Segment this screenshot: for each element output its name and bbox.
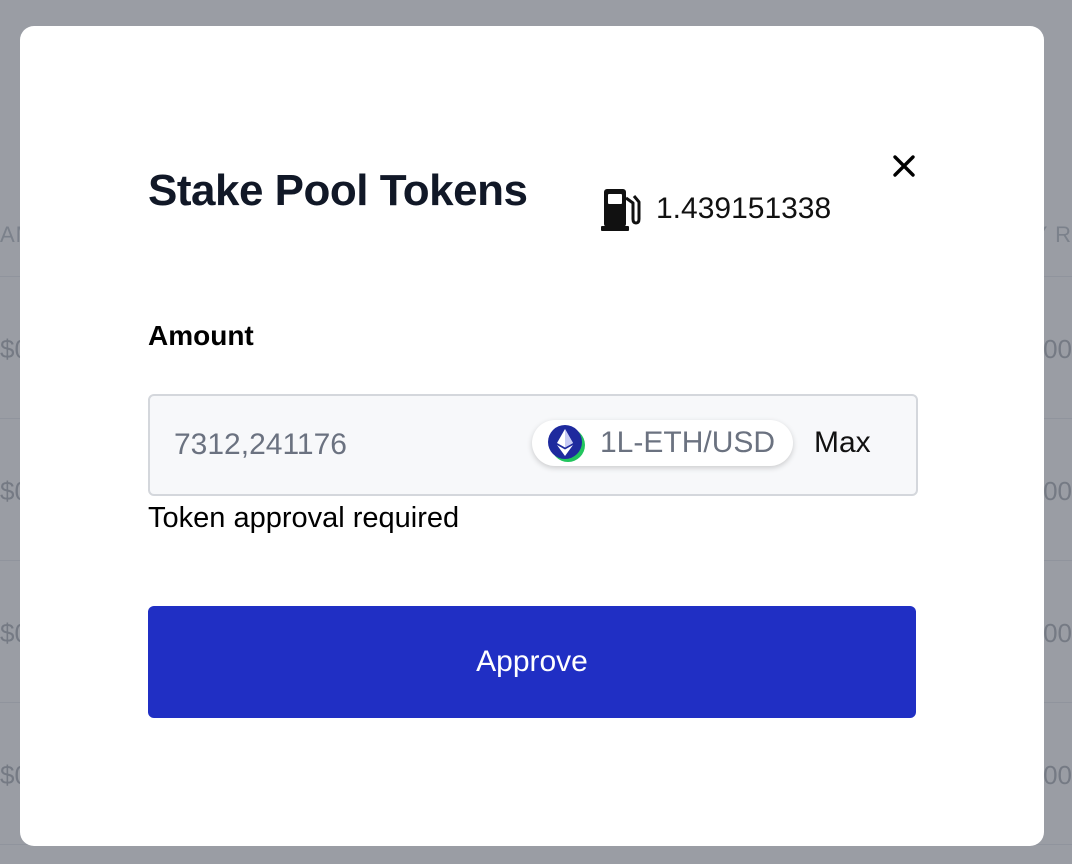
approval-message: Token approval required bbox=[148, 502, 460, 534]
max-button[interactable]: Max bbox=[814, 426, 871, 460]
stake-modal: Stake Pool Tokens 1.439151338 Amount 1L-… bbox=[20, 26, 1044, 846]
gas-pump-icon bbox=[601, 189, 641, 231]
gas-price-value: 1.439151338 bbox=[656, 192, 832, 225]
close-icon bbox=[893, 155, 915, 177]
amount-field-container: 1L-ETH/USD Max bbox=[148, 394, 918, 496]
close-button[interactable] bbox=[886, 148, 922, 184]
token-label: 1L-ETH/USD bbox=[600, 426, 776, 459]
ethereum-icon bbox=[548, 425, 585, 462]
gas-price-indicator: 1.439151338 bbox=[600, 186, 831, 232]
amount-label: Amount bbox=[148, 320, 254, 351]
modal-title: Stake Pool Tokens bbox=[148, 166, 528, 215]
amount-input[interactable] bbox=[172, 424, 516, 466]
token-selector[interactable]: 1L-ETH/USD bbox=[532, 420, 794, 466]
approve-button[interactable]: Approve bbox=[148, 606, 916, 718]
